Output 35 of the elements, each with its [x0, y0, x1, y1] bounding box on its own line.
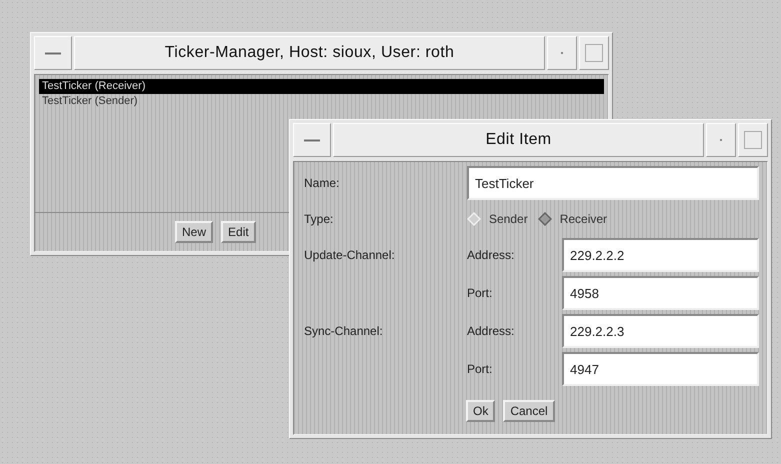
minimize-button[interactable] — [547, 36, 577, 70]
window-menu-button[interactable] — [34, 36, 72, 70]
window-menu-button[interactable] — [293, 123, 331, 157]
type-radio[interactable]: Receiver — [538, 212, 608, 226]
address-field[interactable]: 229.2.2.2 — [562, 238, 759, 272]
minimize-button[interactable] — [706, 123, 736, 157]
window-title: Edit Item — [333, 123, 704, 157]
address-field[interactable]: 229.2.2.3 — [562, 314, 759, 348]
maximize-button[interactable] — [579, 36, 609, 70]
dialog-button[interactable]: Cancel — [503, 400, 555, 422]
name-field[interactable]: TestTicker — [467, 166, 759, 200]
type-label: Type: — [304, 212, 334, 226]
action-button[interactable]: New — [175, 221, 214, 243]
name-label: Name: — [304, 176, 340, 190]
port-label: Port: — [467, 286, 494, 300]
type-radio[interactable]: Sender — [467, 212, 528, 226]
dialog-button[interactable]: Ok — [466, 400, 496, 422]
menu-icon — [45, 52, 61, 54]
maximize-button[interactable] — [738, 123, 768, 157]
port-field[interactable]: 4947 — [562, 352, 759, 386]
menu-icon — [304, 138, 320, 142]
minimize-icon — [720, 138, 722, 142]
port-label: Port: — [467, 362, 494, 376]
maximize-icon — [744, 131, 762, 149]
port-field[interactable]: 4958 — [562, 276, 759, 310]
action-button[interactable]: Edit — [221, 221, 256, 243]
maximize-icon — [585, 44, 603, 62]
channel-label: Update-Channel: — [304, 248, 396, 262]
window-title: Ticker-Manager, Host: sioux, User: roth — [74, 36, 545, 70]
address-label: Address: — [467, 324, 516, 338]
minimize-icon — [560, 52, 564, 54]
channel-label: Sync-Channel: — [304, 324, 384, 338]
list-item[interactable]: TestTicker (Receiver) — [39, 79, 604, 94]
list-item[interactable]: TestTicker (Sender) — [39, 94, 604, 109]
address-label: Address: — [467, 248, 516, 262]
